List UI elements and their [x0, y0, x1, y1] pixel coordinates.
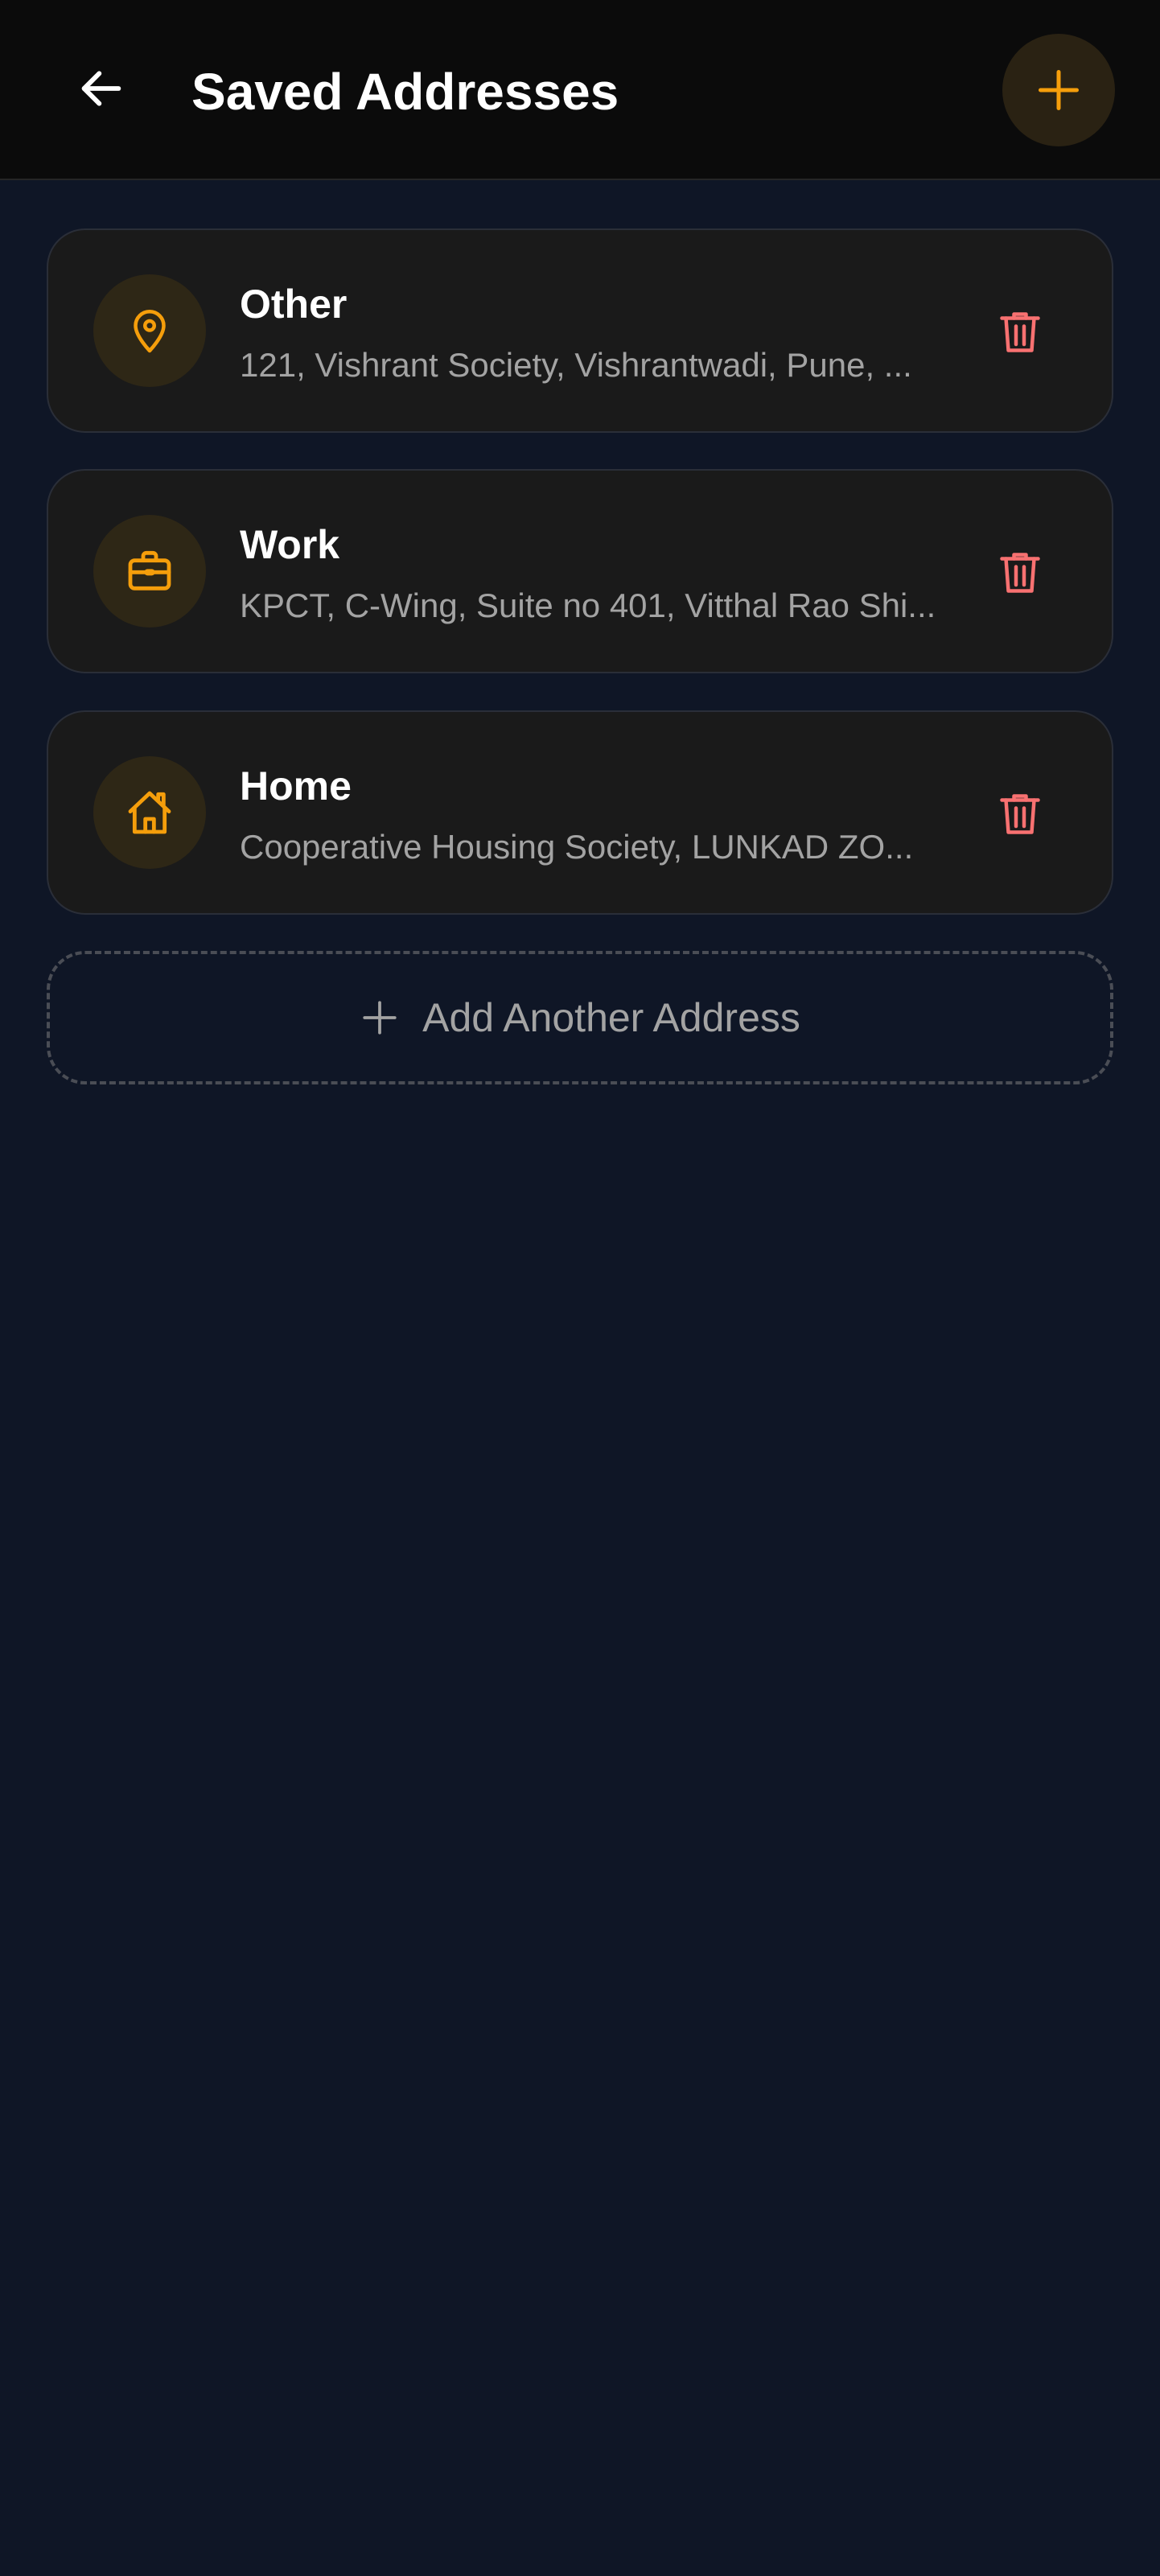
add-another-address-button[interactable]: Add Another Address — [47, 951, 1113, 1084]
delete-address-button[interactable] — [988, 300, 1052, 364]
address-type-badge — [93, 756, 206, 869]
address-text: Cooperative Housing Society, LUNKAD ZO..… — [240, 828, 914, 866]
page-title: Saved Addresses — [191, 63, 619, 121]
address-label: Home — [240, 763, 352, 809]
address-label: Work — [240, 522, 340, 567]
map-pin-icon — [134, 310, 166, 353]
address-card-home[interactable]: Home Cooperative Housing Society, LUNKAD… — [47, 710, 1113, 915]
address-type-badge — [93, 274, 206, 387]
address-card-other[interactable]: Other 121, Vishrant Society, Vishrantwad… — [47, 228, 1113, 433]
address-label: Other — [240, 282, 348, 327]
arrow-left-icon — [81, 71, 121, 106]
home-icon — [128, 791, 171, 834]
plus-icon — [1039, 70, 1079, 110]
briefcase-icon — [128, 550, 171, 591]
app-header: Saved Addresses — [0, 0, 1160, 180]
address-text: 121, Vishrant Society, Vishrantwadi, Pun… — [240, 346, 912, 384]
trash-icon — [1000, 553, 1040, 593]
delete-address-button[interactable] — [988, 541, 1052, 605]
plus-icon — [363, 1001, 397, 1035]
back-button[interactable] — [69, 56, 134, 121]
address-type-badge — [93, 515, 206, 628]
address-card-work[interactable]: Work KPCT, C-Wing, Suite no 401, Vitthal… — [47, 469, 1113, 673]
add-address-button[interactable] — [1002, 34, 1115, 146]
add-another-address-label: Add Another Address — [422, 995, 800, 1040]
trash-icon — [1000, 312, 1040, 352]
address-text: KPCT, C-Wing, Suite no 401, Vitthal Rao … — [240, 586, 936, 624]
trash-icon — [1000, 794, 1040, 834]
delete-address-button[interactable] — [988, 782, 1052, 846]
